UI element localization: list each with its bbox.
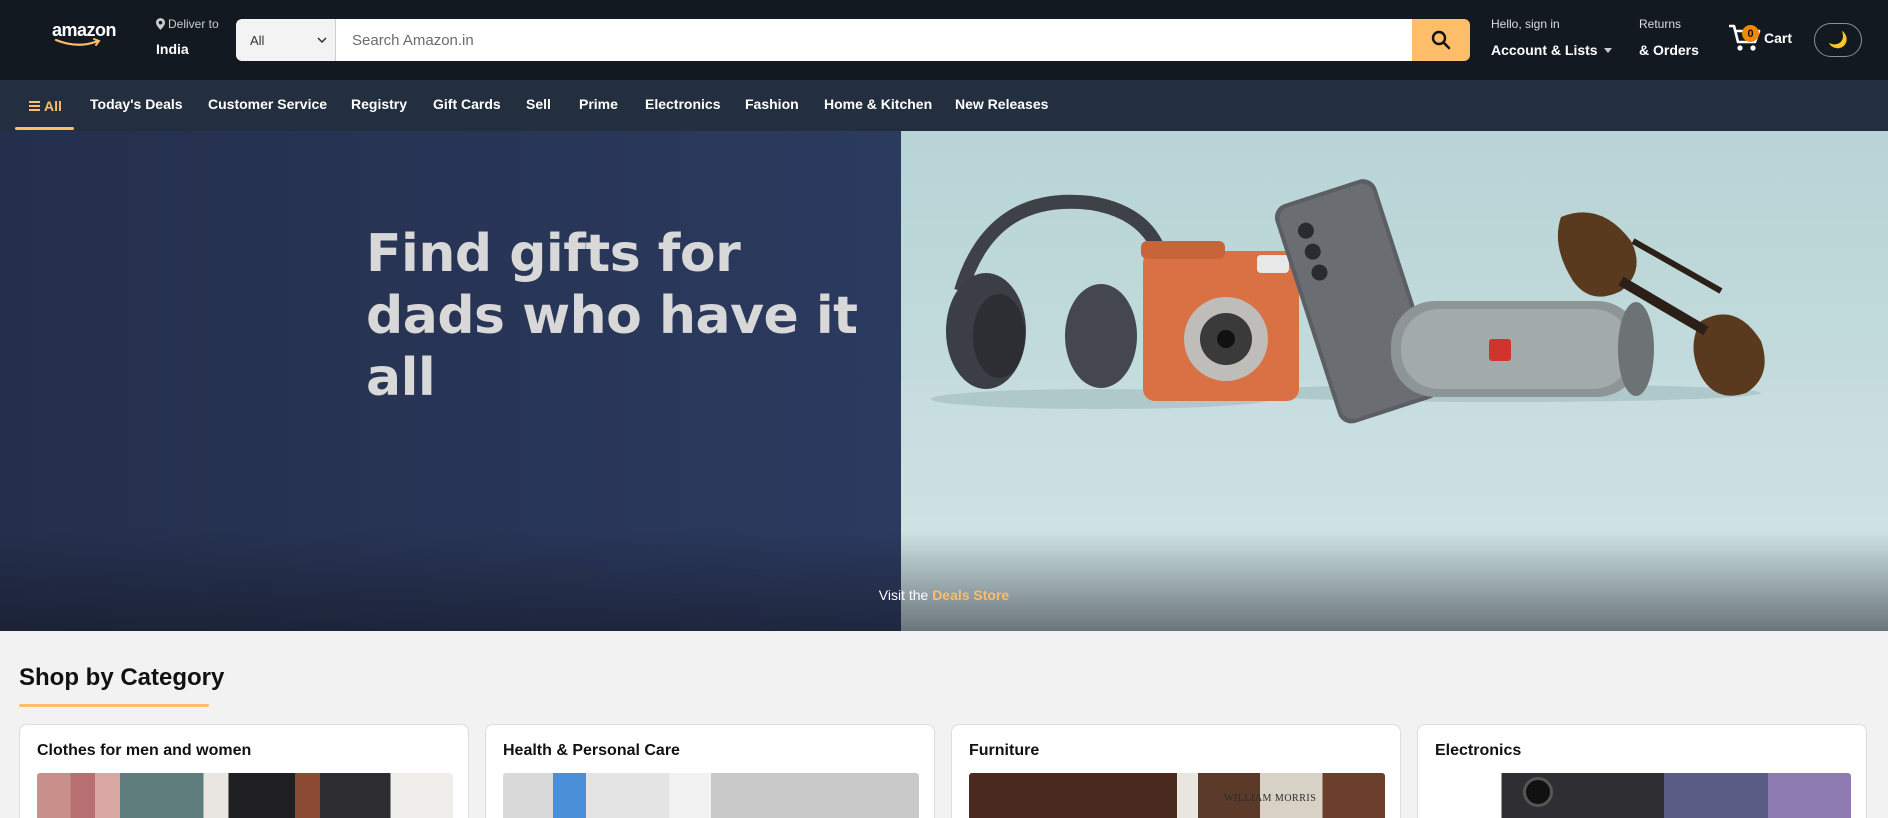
nav-item-fashion[interactable]: Fashion — [745, 80, 799, 131]
hero-heading: Find gifts for dads who have it all — [366, 223, 886, 409]
orders-label: & Orders — [1639, 42, 1699, 58]
hero-cta-prefix: Visit the — [878, 587, 929, 603]
deliver-label: Deliver to — [168, 17, 219, 31]
nav-item-customer-service[interactable]: Customer Service — [208, 80, 327, 131]
amazon-logo[interactable]: amazon — [52, 20, 117, 48]
top-header: amazon Deliver to India All Search Amazo… — [0, 0, 1888, 80]
deliver-location: India — [156, 41, 189, 57]
logo-smile-icon — [54, 38, 101, 46]
speaker-icon — [1391, 301, 1654, 397]
caret-down-icon — [1603, 47, 1612, 53]
cart-label: Cart — [1764, 30, 1793, 46]
active-nav-indicator — [15, 127, 74, 130]
hero-banner[interactable]: Find gifts for dads who have it all Visi… — [0, 131, 1888, 631]
nav-item-home-kitchen[interactable]: Home & Kitchen — [824, 80, 932, 131]
deliver-to-location[interactable]: Deliver to India — [156, 17, 219, 57]
search-category-value: All — [250, 32, 265, 48]
nav-item-new-releases[interactable]: New Releases — [955, 80, 1048, 131]
returns-label: Returns — [1639, 17, 1682, 31]
account-greeting: Hello, sign in — [1491, 17, 1560, 31]
furniture-book-title: WILLIAM MORRIS — [1224, 793, 1317, 804]
phone-camera-icon — [1523, 777, 1553, 807]
hero-products-image — [931, 179, 1765, 424]
hero-cta: Visit the Deals Store — [0, 587, 1888, 603]
category-card-title: Electronics — [1435, 742, 1522, 759]
hero-heading-line2: dads who have it all — [366, 286, 858, 408]
category-card-title: Clothes for men and women — [37, 742, 252, 759]
nav-item-electronics[interactable]: Electronics — [645, 80, 720, 131]
category-card-electronics[interactable]: Electronics — [1417, 724, 1867, 818]
cart-button[interactable]: 0 Cart — [1728, 22, 1792, 54]
category-card-image — [503, 773, 919, 818]
nav-item-gift-cards[interactable]: Gift Cards — [433, 80, 501, 131]
category-card-image — [1435, 773, 1851, 818]
category-card-furniture[interactable]: Furniture WILLIAM MORRIS — [951, 724, 1401, 818]
hero-heading-line1: Find gifts for — [366, 224, 741, 284]
hamburger-icon — [29, 100, 40, 111]
search-icon — [1431, 30, 1451, 50]
category-card-title: Furniture — [969, 742, 1040, 759]
category-card-health[interactable]: Health & Personal Care — [485, 724, 935, 818]
nav-all-menu[interactable]: All — [29, 80, 62, 131]
category-card-title: Health & Personal Care — [503, 742, 680, 759]
nav-item-todays-deals[interactable]: Today's Deals — [90, 80, 183, 131]
nav-all-label: All — [44, 97, 62, 114]
chevron-down-icon — [317, 37, 327, 43]
search-category-select[interactable]: All — [236, 19, 336, 61]
location-pin-icon — [156, 18, 165, 30]
search-button[interactable] — [1412, 19, 1470, 61]
theme-toggle-button[interactable]: 🌙 — [1814, 23, 1862, 57]
returns-orders[interactable]: Returns & Orders — [1639, 17, 1699, 58]
cart-count-badge: 0 — [1742, 25, 1759, 42]
category-card-clothes[interactable]: Clothes for men and women — [19, 724, 469, 818]
instant-camera-icon — [1141, 241, 1299, 401]
category-card-image — [37, 773, 453, 818]
section-title-underline — [19, 704, 209, 707]
account-lists[interactable]: Hello, sign in Account & Lists — [1491, 17, 1612, 58]
section-title: Shop by Category — [19, 664, 225, 691]
secondary-nav: All Today's Deals Customer Service Regis… — [0, 80, 1888, 131]
deals-store-link[interactable]: Deals Store — [932, 587, 1009, 603]
moon-icon: 🌙 — [1828, 32, 1848, 49]
nav-item-sell[interactable]: Sell — [526, 80, 551, 131]
nav-item-prime[interactable]: Prime — [579, 80, 618, 131]
headphones-icon — [946, 194, 1174, 389]
account-label: Account & Lists — [1491, 42, 1598, 58]
search-placeholder: Search Amazon.in — [352, 31, 474, 49]
nav-item-registry[interactable]: Registry — [351, 80, 407, 131]
search-input[interactable]: Search Amazon.in — [336, 19, 1412, 61]
category-card-image: WILLIAM MORRIS — [969, 773, 1385, 818]
search-bar: All Search Amazon.in — [236, 19, 1470, 61]
